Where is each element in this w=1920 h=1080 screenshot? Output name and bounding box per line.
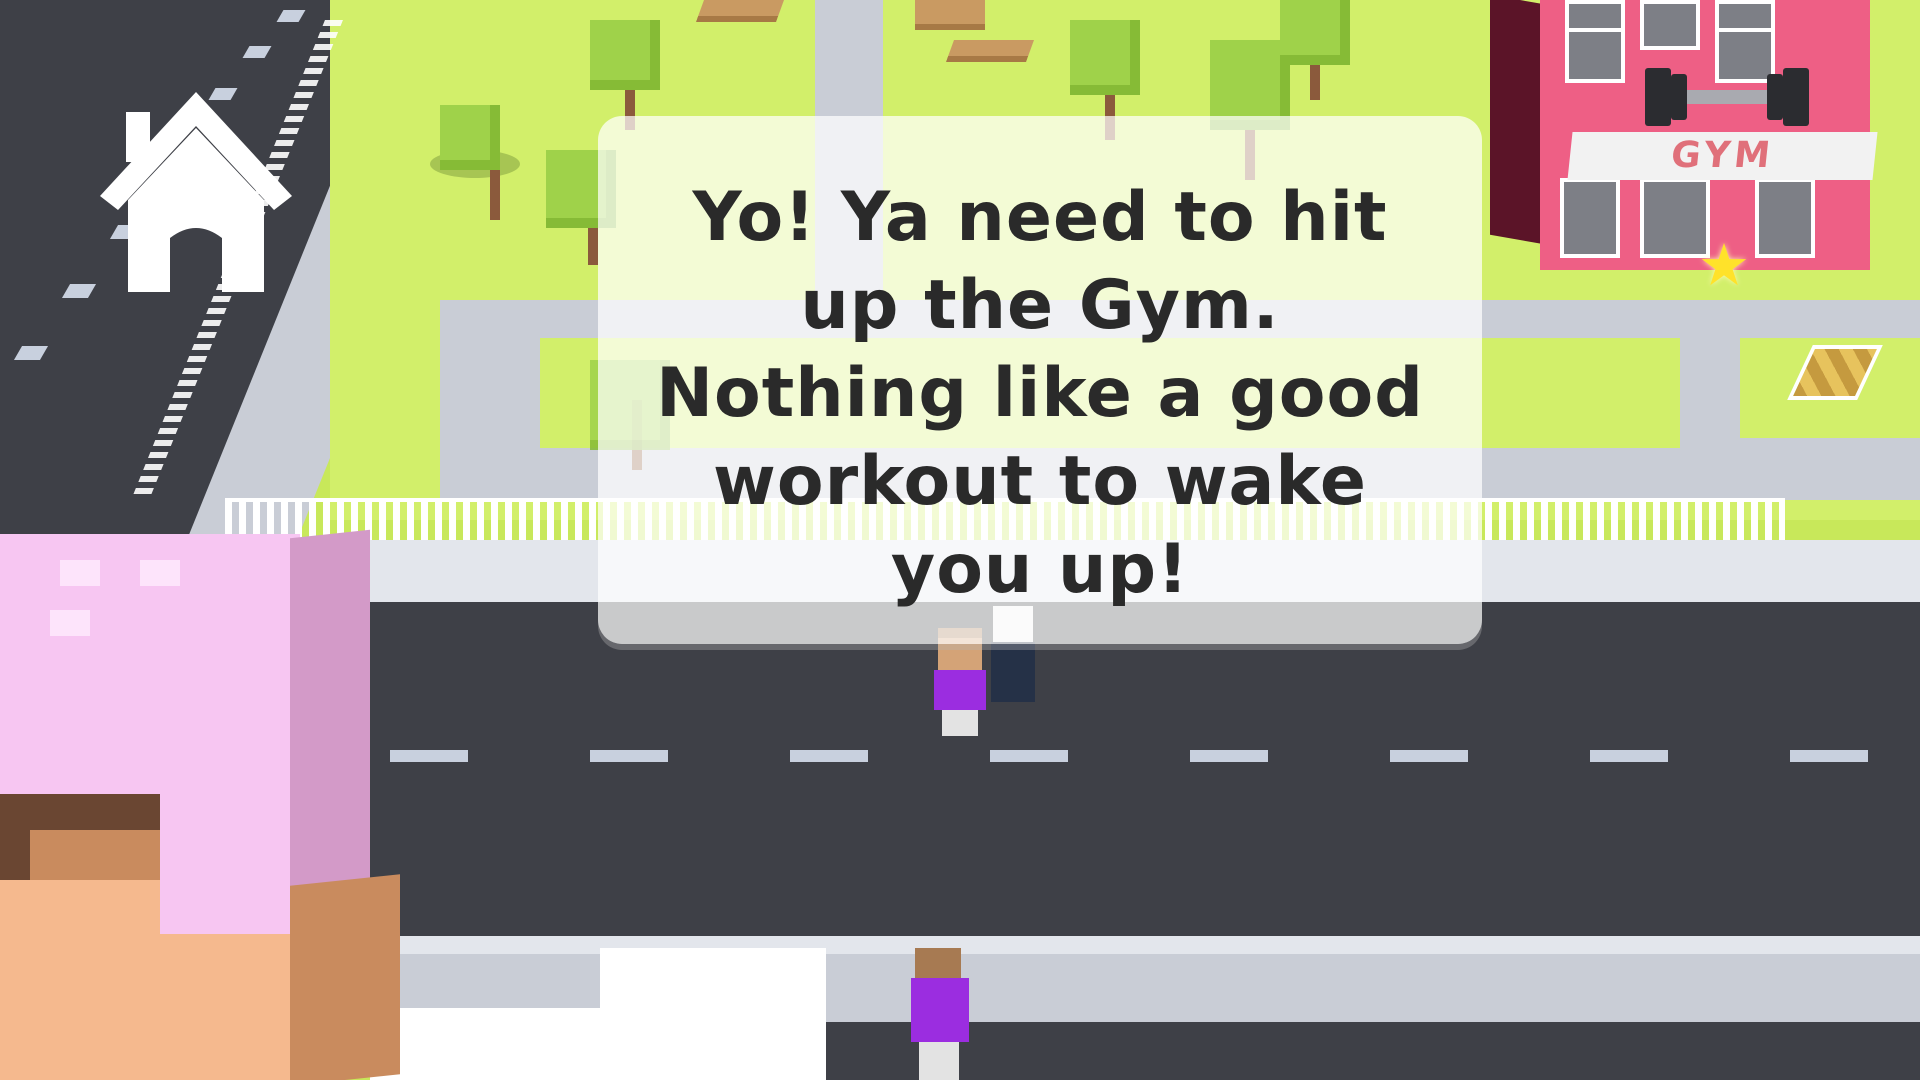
dialog-text: Yo! Ya need to hit up the Gym. Nothing l… xyxy=(598,174,1482,634)
home-icon xyxy=(100,92,292,292)
npc-character xyxy=(905,948,975,1080)
dialog-line: Yo! Ya need to hit xyxy=(692,178,1388,257)
main-road xyxy=(300,602,1920,942)
tree xyxy=(590,20,660,90)
gym-sign: GYM xyxy=(1567,132,1878,180)
sidewalk-south xyxy=(300,936,1920,954)
dialog-line: Nothing like a good xyxy=(656,354,1424,433)
player-character xyxy=(930,628,990,738)
picnic-table xyxy=(695,0,785,22)
home-button[interactable] xyxy=(96,88,296,294)
tree xyxy=(1280,0,1350,65)
dialog-line: you up! xyxy=(890,530,1190,609)
tree xyxy=(440,105,500,170)
picnic-table xyxy=(945,40,1035,62)
tree xyxy=(1070,20,1140,95)
game-viewport[interactable]: GYM ★ Yo! Ya need to hit up the Gym. Not… xyxy=(0,0,1920,1080)
dialog-line: up the Gym. xyxy=(800,266,1280,345)
white-block xyxy=(600,948,826,1080)
picnic-table xyxy=(915,0,985,30)
star-icon: ★ xyxy=(1698,231,1750,299)
dialog-line: workout to wake xyxy=(713,442,1367,521)
dumbbell-icon xyxy=(1625,68,1825,128)
